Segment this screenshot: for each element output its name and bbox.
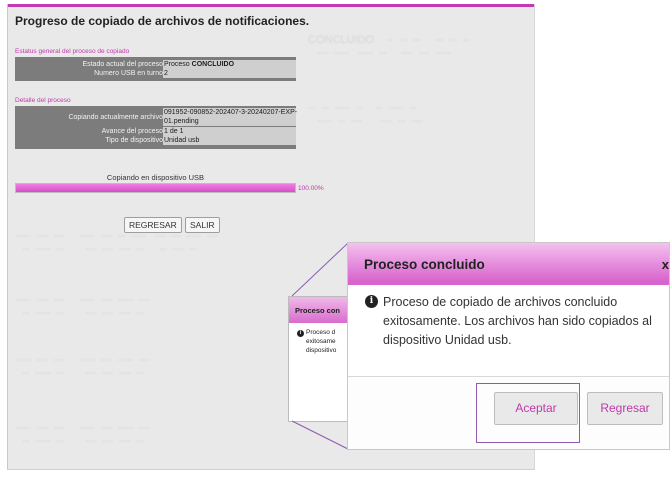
page-title: Progreso de copiado de archivos de notif… bbox=[15, 14, 310, 28]
detail-panel: Copiando actualmente archivo 091952-0908… bbox=[15, 106, 298, 149]
accept-focus-highlight bbox=[476, 383, 580, 443]
salir-button[interactable]: SALIR bbox=[185, 217, 220, 233]
progress-label: Copiando en dispositivo USB bbox=[106, 173, 205, 182]
regresar-button[interactable]: REGRESAR bbox=[124, 217, 182, 233]
top-accent-bar bbox=[8, 4, 534, 7]
status-key: Estado actual del proceso bbox=[82, 61, 163, 68]
detail-section-label: Detalle del proceso bbox=[15, 97, 71, 104]
progress-bar-fill bbox=[16, 184, 295, 192]
device-type-key: Tipo de dispositivo bbox=[105, 137, 163, 144]
current-file-value: 091952-090852-202407-3-20240207-EXP- 01.p… bbox=[163, 108, 298, 126]
status-concluded: CONCLUIDO bbox=[191, 61, 235, 68]
progress-step-value: 1 de 1 bbox=[163, 127, 296, 136]
close-icon[interactable]: x bbox=[662, 257, 669, 272]
general-status-section-label: Estatus general del proceso de copiado bbox=[15, 48, 130, 55]
progress-step-row: Avance del proceso 1 de 1 bbox=[15, 127, 296, 136]
dialog-title: Proceso concluido bbox=[364, 257, 485, 272]
info-circle-icon: i bbox=[365, 295, 378, 308]
status-prefix: Proceso bbox=[164, 61, 190, 68]
usb-turn-key: Numero USB en turno bbox=[94, 70, 163, 77]
progress-step-key: Avance del proceso bbox=[101, 128, 163, 135]
dialog-header: Proceso concluido x bbox=[348, 243, 669, 285]
current-file-line2: 01.pending bbox=[164, 118, 199, 125]
mini-line-1: Proceso d bbox=[306, 329, 336, 336]
current-file-line1: 091952-090852-202407-3-20240207-EXP- bbox=[164, 109, 298, 116]
mini-line-3: dispositivo bbox=[306, 347, 337, 354]
info-icon: i bbox=[297, 330, 304, 337]
usb-turn-value: 2 bbox=[163, 69, 296, 78]
general-status-panel: Estado actual del proceso Proceso CONCLU… bbox=[15, 57, 296, 81]
progress-bar bbox=[15, 183, 296, 193]
status-value: Proceso CONCLUIDO bbox=[163, 60, 296, 69]
dialog-message: Proceso de copiado de archivos concluido… bbox=[383, 295, 652, 347]
mini-line-2: exitosame bbox=[306, 338, 336, 345]
current-file-row: Copiando actualmente archivo 091952-0908… bbox=[15, 108, 298, 126]
status-row: Estado actual del proceso Proceso CONCLU… bbox=[15, 60, 296, 69]
back-button[interactable]: Regresar bbox=[587, 392, 663, 425]
device-type-value: Unidad usb bbox=[163, 136, 296, 145]
current-file-key: Copiando actualmente archivo bbox=[68, 114, 163, 121]
device-type-row: Tipo de dispositivo Unidad usb bbox=[15, 136, 296, 145]
progress-percent: 100.00% bbox=[298, 185, 324, 192]
usb-turn-row: Numero USB en turno 2 bbox=[15, 69, 296, 78]
